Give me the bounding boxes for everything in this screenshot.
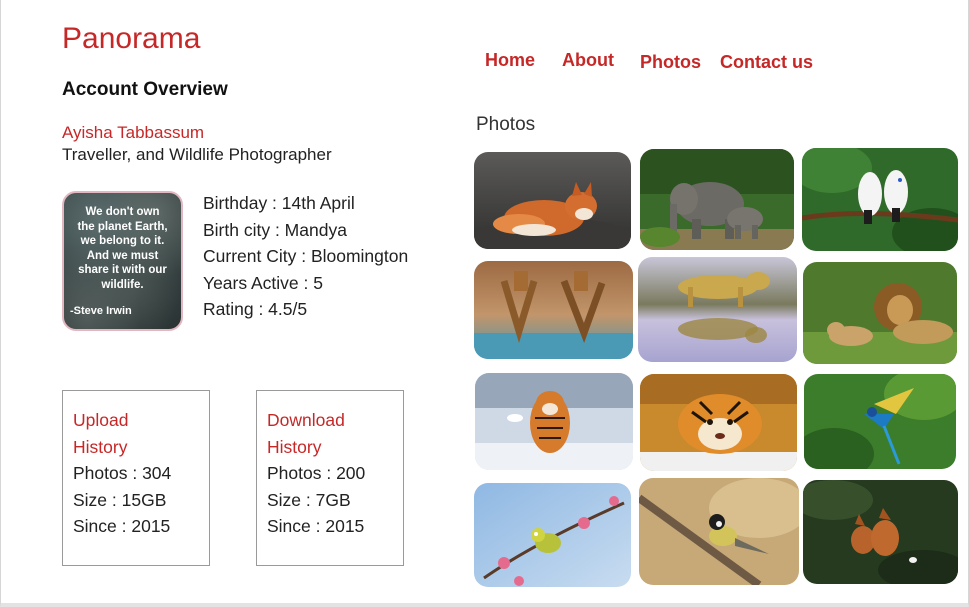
avatar: We don't own the planet Earth, we belong… [62,191,183,331]
user-role: Traveller, and Wildlife Photographer [62,145,332,164]
download-since: Since : 2015 [267,516,365,536]
quote-line: And we must [86,249,159,262]
photo-white-birds[interactable] [802,148,958,251]
detail-birth-city: Birth city : Mandya [203,219,347,240]
quote-line: share it with our [78,264,167,276]
nav-photos[interactable]: Photos [640,52,701,73]
upload-since: Since : 2015 [73,516,171,536]
photo-lions[interactable] [803,262,957,364]
photo-bird-flight[interactable] [804,374,956,469]
photos-heading: Photos [476,114,536,135]
brand-logo[interactable]: Panorama [62,22,200,56]
download-photos: Photos : 200 [267,463,366,483]
photo-fox[interactable] [474,152,631,249]
detail-rating: Rating : 4.5/5 [203,299,308,319]
profile-details: Birthday : 14th April Birth city : Mandy… [203,190,408,323]
detail-birthday: Birthday : 14th April [203,193,355,213]
quote-author: -Steve Irwin [70,305,132,317]
quote-line: the planet Earth, [77,220,168,233]
upload-history-card: Upload History Photos : 304 Size : 15GB … [62,390,210,566]
photo-tiger-lying[interactable] [640,374,797,471]
detail-current-city: Current City : Bloomington [203,246,409,266]
photo-elephants[interactable] [640,149,794,250]
upload-size: Size : 15GB [73,489,167,510]
upload-history-title: Upload [73,410,129,430]
download-size: Size : 7GB [267,489,351,510]
upload-photos: Photos : 304 [73,463,172,483]
nav-about[interactable]: About [562,50,614,71]
photo-bird-blossom[interactable] [474,483,631,587]
download-history-title: Download [267,410,345,430]
photo-giraffes[interactable] [474,261,633,359]
nav-contact-us[interactable]: Contact us [720,52,813,73]
user-name: Ayisha Tabbassum [62,123,205,142]
photo-tiger-snow[interactable] [475,373,633,470]
avatar-quote: We don't own the planet Earth, we belong… [68,205,177,292]
detail-years-active: Years Active : 5 [203,272,323,293]
download-history-card: Download History Photos : 200 Size : 7GB… [256,390,404,566]
download-history-title-2: History [267,436,322,457]
account-overview-heading: Account Overview [62,79,228,100]
photo-foxes[interactable] [803,480,958,584]
photo-bird-branch[interactable] [639,478,799,585]
quote-line: we belong to it. [80,235,165,247]
quote-line: We don't own [85,206,160,218]
photo-leopard[interactable] [638,257,797,362]
nav-home[interactable]: Home [485,50,535,71]
quote-line: wildlife. [101,278,144,291]
upload-history-title-2: History [73,436,128,457]
